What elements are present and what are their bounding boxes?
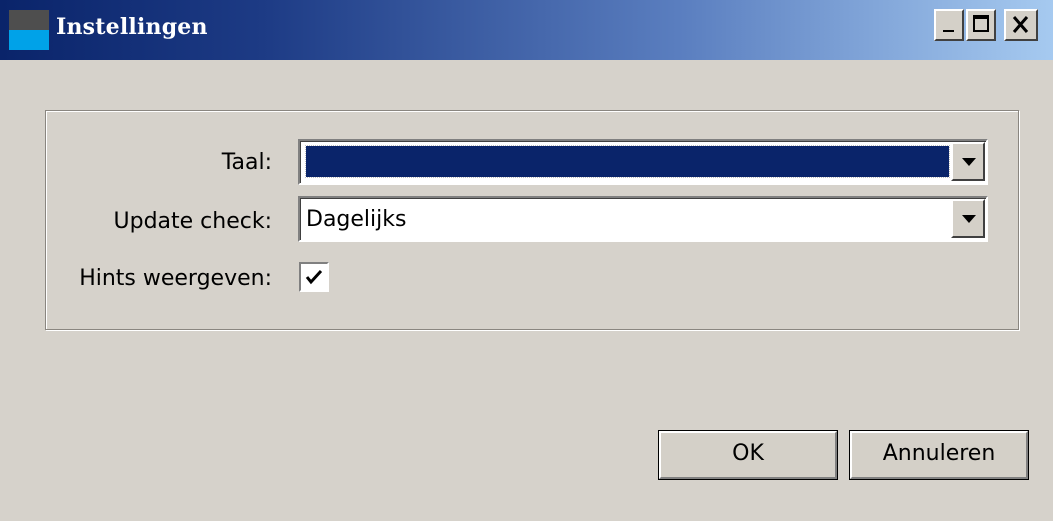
ok-button-label: OK (732, 441, 764, 466)
ok-button[interactable]: OK (658, 430, 838, 480)
update-check-value: Dagelijks (306, 207, 407, 232)
update-check-select[interactable]: Dagelijks (298, 196, 988, 242)
close-button[interactable] (1004, 9, 1038, 41)
cancel-button[interactable]: Annuleren (849, 430, 1029, 480)
language-select[interactable] (298, 139, 988, 185)
checkmark-icon (305, 269, 323, 285)
language-selected-value (305, 145, 950, 178)
cancel-button-label: Annuleren (882, 441, 996, 466)
minimize-button[interactable] (934, 9, 964, 41)
chevron-down-icon (962, 215, 976, 223)
hints-label: Hints weergeven: (79, 266, 272, 291)
language-dropdown-button[interactable] (951, 142, 985, 181)
hints-checkbox[interactable] (299, 262, 329, 292)
maximize-button[interactable] (966, 9, 996, 41)
maximize-icon (973, 15, 989, 32)
window-title: Instellingen (56, 14, 208, 40)
language-label: Taal: (221, 150, 272, 175)
update-check-dropdown-button[interactable] (951, 199, 985, 238)
minimize-icon (943, 30, 954, 32)
app-icon (9, 10, 49, 50)
chevron-down-icon (962, 158, 976, 166)
title-bar[interactable]: Instellingen (0, 0, 1053, 60)
update-check-label: Update check: (113, 209, 273, 234)
close-icon (1012, 16, 1029, 33)
